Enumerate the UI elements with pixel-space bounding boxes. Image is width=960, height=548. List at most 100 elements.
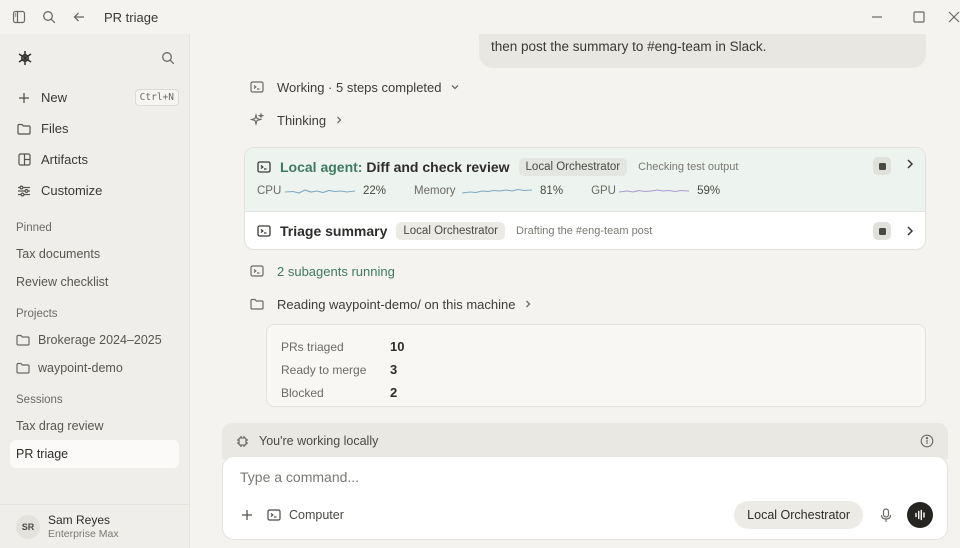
nav-label: Files bbox=[41, 121, 69, 136]
app-logo-icon[interactable] bbox=[16, 49, 34, 67]
project-item-waypoint-demo[interactable]: waypoint-demo bbox=[0, 354, 189, 382]
nav-new[interactable]: New Ctrl+N bbox=[0, 82, 189, 113]
result-row: Ready to merge 3 bbox=[281, 358, 911, 381]
result-label: Blocked bbox=[281, 385, 324, 400]
metric-memory: Memory 81% bbox=[414, 185, 563, 197]
session-item-label: Tax drag review bbox=[16, 419, 104, 433]
chevron-right-icon[interactable] bbox=[905, 158, 915, 170]
computer-target-label: Computer bbox=[289, 508, 344, 522]
nav-label: New bbox=[41, 90, 68, 105]
result-label: Ready to merge bbox=[281, 362, 367, 377]
terminal-icon bbox=[257, 223, 273, 239]
metric-cpu: CPU 22% bbox=[257, 185, 386, 197]
memory-sparkline bbox=[462, 188, 533, 194]
shortcut-badge: Ctrl+N bbox=[134, 89, 179, 106]
working-label: Working · 5 steps completed bbox=[277, 79, 442, 95]
agent-title: Local agent: Diff and check review bbox=[280, 159, 510, 175]
nav-label: Artifacts bbox=[41, 152, 88, 167]
thinking-label: Thinking bbox=[277, 112, 327, 128]
stop-agent-button[interactable] bbox=[873, 157, 891, 175]
metric-value: 81% bbox=[540, 185, 564, 197]
computer-target-button[interactable]: Computer bbox=[267, 508, 344, 523]
local-mode-banner: You're working locally bbox=[222, 423, 948, 459]
nav-files[interactable]: Files bbox=[0, 113, 189, 144]
cpu-sparkline bbox=[285, 189, 355, 194]
result-value: 10 bbox=[390, 339, 405, 354]
agent-prefix: Local agent: bbox=[280, 159, 363, 175]
model-selector[interactable]: Local Orchestrator bbox=[734, 501, 863, 529]
pinned-item-review-checklist[interactable]: Review checklist bbox=[0, 268, 189, 296]
metric-label: GPU bbox=[591, 185, 616, 197]
command-input[interactable] bbox=[240, 469, 920, 485]
result-label: PRs triaged bbox=[281, 339, 344, 354]
agent-name: Triage summary bbox=[280, 223, 388, 239]
agent-name: Diff and check review bbox=[366, 159, 510, 175]
resource-metrics: CPU 22% Memory 81% GPU 59% bbox=[257, 185, 913, 197]
user-name: Sam Reyes bbox=[48, 513, 111, 527]
folder-icon bbox=[249, 296, 265, 312]
voice-mode-button[interactable] bbox=[907, 502, 933, 528]
metric-label: Memory bbox=[414, 185, 456, 197]
window-title: PR triage bbox=[104, 9, 159, 25]
user-profile[interactable]: SR Sam Reyes Enterprise Max bbox=[0, 504, 189, 548]
sidebar: New Ctrl+N Files Artifacts Customize Pin… bbox=[0, 34, 190, 548]
add-attachment-button[interactable] bbox=[237, 505, 257, 525]
subagents-running-toggle[interactable]: 2 subagents running bbox=[249, 263, 395, 279]
agent-status: Drafting the #eng-team post bbox=[516, 225, 653, 237]
project-item-brokerage[interactable]: Brokerage 2024–2025 bbox=[0, 326, 189, 354]
agent-status: Checking test output bbox=[638, 161, 739, 173]
chevron-right-icon[interactable] bbox=[905, 225, 915, 237]
metric-value: 22% bbox=[363, 185, 387, 197]
reading-directory-toggle[interactable]: Reading waypoint-demo/ on this machine bbox=[249, 296, 533, 312]
working-steps-toggle[interactable]: Working · 5 steps completed bbox=[249, 79, 460, 95]
orchestrator-chip: Local Orchestrator bbox=[518, 158, 628, 176]
chevron-right-icon bbox=[523, 299, 533, 309]
maximize-button[interactable] bbox=[898, 0, 940, 34]
sparkle-icon bbox=[249, 112, 265, 128]
pinned-header: Pinned bbox=[16, 222, 52, 234]
nav-artifacts[interactable]: Artifacts bbox=[0, 144, 189, 175]
back-arrow-icon[interactable] bbox=[66, 4, 92, 30]
session-item-tax-drag-review[interactable]: Tax drag review bbox=[0, 412, 189, 440]
title-bar: PR triage bbox=[0, 0, 960, 34]
agent-row-triage-summary[interactable]: Triage summary Local Orchestrator Drafti… bbox=[245, 212, 925, 249]
user-message-text: then post the summary to #eng-team in Sl… bbox=[491, 39, 767, 54]
minimize-button[interactable] bbox=[856, 0, 898, 34]
stop-agent-button[interactable] bbox=[873, 222, 891, 240]
metric-label: CPU bbox=[257, 185, 282, 197]
thinking-toggle[interactable]: Thinking bbox=[249, 112, 344, 128]
folder-icon bbox=[16, 333, 30, 347]
folder-icon bbox=[16, 361, 30, 375]
main-content: then post the summary to #eng-team in Sl… bbox=[191, 34, 960, 548]
pinned-item-tax-documents[interactable]: Tax documents bbox=[0, 240, 189, 268]
avatar: SR bbox=[16, 514, 40, 539]
stop-icon bbox=[878, 162, 886, 170]
folder-icon bbox=[16, 121, 32, 137]
plus-icon bbox=[16, 90, 32, 106]
sessions-header: Sessions bbox=[16, 394, 63, 406]
orchestrator-chip: Local Orchestrator bbox=[396, 222, 505, 240]
chip-icon bbox=[236, 434, 250, 448]
result-row: Blocked 2 bbox=[281, 381, 911, 404]
user-message: then post the summary to #eng-team in Sl… bbox=[479, 34, 926, 68]
close-button[interactable] bbox=[940, 0, 960, 34]
search-icon[interactable] bbox=[36, 4, 62, 30]
result-row: PRs triaged 10 bbox=[281, 335, 911, 358]
info-icon[interactable] bbox=[920, 434, 934, 448]
agent-row-diff-review[interactable]: Local agent: Diff and check review Local… bbox=[245, 148, 925, 212]
terminal-icon bbox=[257, 159, 273, 175]
microphone-icon[interactable] bbox=[873, 502, 899, 528]
subagents-card: Local agent: Diff and check review Local… bbox=[244, 147, 926, 250]
session-item-label: PR triage bbox=[16, 447, 69, 461]
sidebar-toggle-icon[interactable] bbox=[6, 4, 32, 30]
subagents-label: 2 subagents running bbox=[277, 263, 395, 279]
triage-results-card: PRs triaged 10 Ready to merge 3 Blocked … bbox=[266, 324, 926, 407]
result-value: 3 bbox=[390, 362, 398, 377]
session-item-pr-triage[interactable]: PR triage bbox=[10, 440, 179, 468]
artifacts-icon bbox=[16, 152, 32, 168]
result-value: 2 bbox=[390, 385, 398, 400]
nav-customize[interactable]: Customize bbox=[0, 175, 189, 206]
terminal-icon bbox=[249, 263, 265, 279]
sidebar-search-icon[interactable] bbox=[161, 51, 175, 65]
pinned-item-label: Tax documents bbox=[16, 247, 101, 261]
